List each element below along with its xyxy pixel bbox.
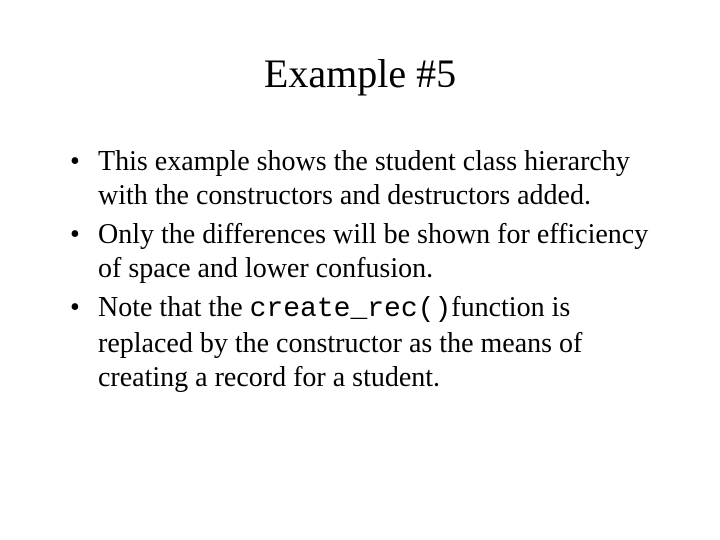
list-item: Only the differences will be shown for e…: [70, 218, 660, 285]
bullet-list: This example shows the student class hie…: [60, 145, 660, 394]
slide-title: Example #5: [60, 50, 660, 97]
list-item: Note that the create_rec()function is re…: [70, 291, 660, 394]
code-span: create_rec(): [250, 294, 452, 325]
list-item: This example shows the student class hie…: [70, 145, 660, 212]
slide: Example #5 This example shows the studen…: [0, 0, 720, 540]
bullet-text-pre: Note that the: [98, 292, 250, 323]
